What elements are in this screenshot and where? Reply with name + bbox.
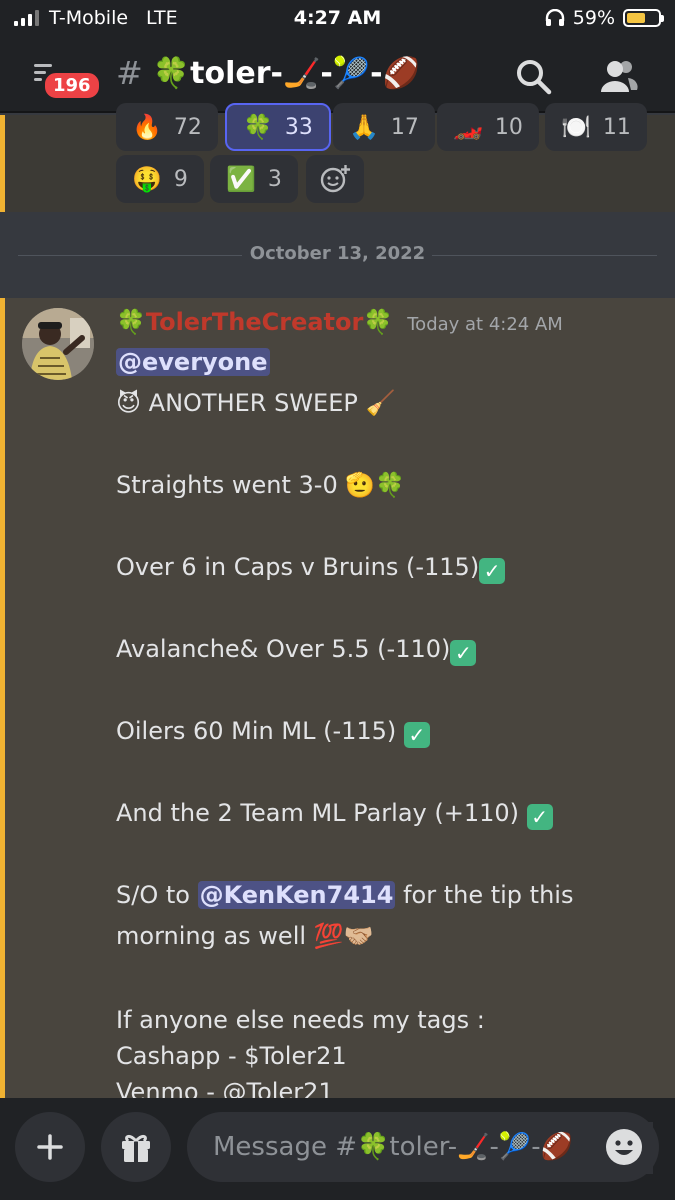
battery-icon — [623, 9, 664, 27]
reaction-fire[interactable]: 🔥 72 — [116, 103, 218, 151]
message-line: Straights went 3-0 🫡🍀 — [116, 471, 406, 499]
plus-icon — [37, 1134, 63, 1160]
message-header: 🍀TolerTheCreator🍀 Today at 4:24 AM — [116, 308, 563, 336]
add-button[interactable] — [15, 1112, 85, 1182]
mention-line: @everyone — [116, 342, 656, 383]
reaction-count: 9 — [173, 166, 188, 192]
search-icon[interactable] — [513, 56, 553, 96]
message-line: 😈 ANOTHER SWEEP 🧹 — [116, 389, 396, 417]
reaction-count: 11 — [602, 114, 631, 140]
money-mouth-icon: 🤑 — [132, 165, 162, 193]
reaction-check[interactable]: ✅ 3 — [210, 155, 298, 203]
battery-fill — [627, 13, 645, 23]
message-input-placeholder: Message #🍀toler-🏒-🎾-🏈 — [213, 1132, 573, 1162]
gift-button[interactable] — [101, 1112, 171, 1182]
add-reaction-button[interactable] — [306, 155, 364, 203]
divider-date: October 13, 2022 — [249, 243, 426, 264]
mention-everyone[interactable]: @everyone — [116, 348, 270, 376]
emoji-button[interactable] — [597, 1122, 653, 1174]
message-line: If anyone else needs my tags : — [116, 1006, 485, 1034]
message-input[interactable]: Message #🍀toler-🏒-🎾-🏈 — [187, 1112, 659, 1182]
message-line: Cashapp - $Toler21 — [116, 1042, 347, 1070]
reaction-count: 33 — [284, 114, 313, 140]
reaction-clover[interactable]: 🍀 33 — [225, 103, 331, 151]
shoutout-text: for the tip this — [395, 881, 574, 909]
battery-percent: 59% — [572, 7, 615, 29]
reaction-count: 17 — [390, 114, 419, 140]
reaction-count: 3 — [267, 166, 282, 192]
author-label: TolerTheCreator — [145, 308, 364, 336]
message-timestamp: Today at 4:24 AM — [407, 314, 563, 335]
channel-name-label: 🍀toler-🏒-🎾-🏈 — [152, 55, 420, 91]
message-line: S/O to @KenKen7414 for the tip this — [116, 875, 656, 916]
clover-icon: 🍀 — [243, 113, 273, 141]
race-car-icon: 🏎️ — [453, 113, 483, 141]
clover-icon: 🍀 — [116, 308, 146, 336]
highlight-strip — [0, 298, 5, 1098]
check-icon: ✓ — [450, 640, 477, 666]
plate-icon: 🍽️ — [561, 113, 591, 141]
reaction-money-mouth[interactable]: 🤑 9 — [116, 155, 204, 203]
reaction-plate[interactable]: 🍽️ 11 — [545, 103, 647, 151]
status-right: 59% — [545, 7, 664, 29]
reactions-area: 🔥 72 🍀 33 🙏 17 🏎️ 10 🍽️ 11 🤑 9 ✅ 3 — [0, 103, 675, 212]
reaction-race-car[interactable]: 🏎️ 10 — [437, 103, 539, 151]
divider-line-right — [432, 255, 657, 256]
menu-button[interactable]: 196 — [30, 58, 102, 102]
shoutout-text: S/O to — [116, 881, 198, 909]
message-line: Avalanche& Over 5.5 (-110) ✓ — [116, 629, 656, 670]
check-icon: ✓ — [403, 722, 430, 748]
clover-icon: 🍀 — [363, 308, 394, 336]
bet-text: Avalanche& Over 5.5 (-110) — [116, 635, 451, 663]
fire-icon: 🔥 — [132, 113, 162, 141]
message-line: Over 6 in Caps v Bruins (-115) ✓ — [116, 547, 656, 588]
channel-title[interactable]: # 🍀toler-🏒-🎾-🏈 — [116, 54, 420, 92]
message-line: Venmo - @Toler21 — [116, 1078, 334, 1098]
message[interactable]: 🍀TolerTheCreator🍀 Today at 4:24 AM @ever… — [0, 298, 675, 1098]
notification-badge: 196 — [42, 70, 102, 101]
avatar-image — [22, 308, 94, 380]
emoji-icon — [606, 1129, 642, 1165]
avatar[interactable] — [22, 308, 94, 380]
check-icon: ✅ — [226, 165, 256, 193]
status-bar: T-Mobile LTE 4:27 AM 59% — [0, 0, 675, 38]
date-divider: October 13, 2022 — [0, 212, 675, 298]
highlight-strip — [0, 115, 5, 212]
bet-text: Over 6 in Caps v Bruins (-115) — [116, 553, 480, 581]
reaction-count: 10 — [494, 114, 523, 140]
mention-user[interactable]: @KenKen7414 — [197, 881, 396, 909]
message-line: And the 2 Team ML Parlay (+110) ✓ — [116, 793, 656, 834]
gift-icon — [122, 1134, 150, 1162]
hash-icon: # — [116, 54, 143, 92]
discord-screen: T-Mobile LTE 4:27 AM 59% 196 # 🍀toler-🏒-… — [0, 0, 675, 1200]
bet-text: Oilers 60 Min ML (-115) — [116, 717, 404, 745]
message-line: morning as well 💯🤝🏼 — [116, 922, 374, 950]
bet-text: And the 2 Team ML Parlay (+110) — [116, 799, 527, 827]
reaction-count: 72 — [173, 114, 202, 140]
composer-bar: Message #🍀toler-🏒-🎾-🏈 — [0, 1098, 675, 1200]
message-body: @everyone 😈 ANOTHER SWEEP 🧹 Straights we… — [116, 342, 656, 1098]
reaction-pray[interactable]: 🙏 17 — [333, 103, 435, 151]
channel-header: 196 # 🍀toler-🏒-🎾-🏈 — [0, 38, 675, 113]
pray-icon: 🙏 — [349, 113, 379, 141]
message-line: Oilers 60 Min ML (-115) ✓ — [116, 711, 656, 752]
check-icon: ✓ — [479, 558, 506, 584]
add-reaction-icon — [320, 165, 350, 193]
members-icon[interactable] — [598, 56, 638, 96]
headphones-icon — [545, 9, 564, 26]
check-icon: ✓ — [526, 804, 553, 830]
author-name[interactable]: 🍀TolerTheCreator🍀 — [116, 308, 393, 336]
